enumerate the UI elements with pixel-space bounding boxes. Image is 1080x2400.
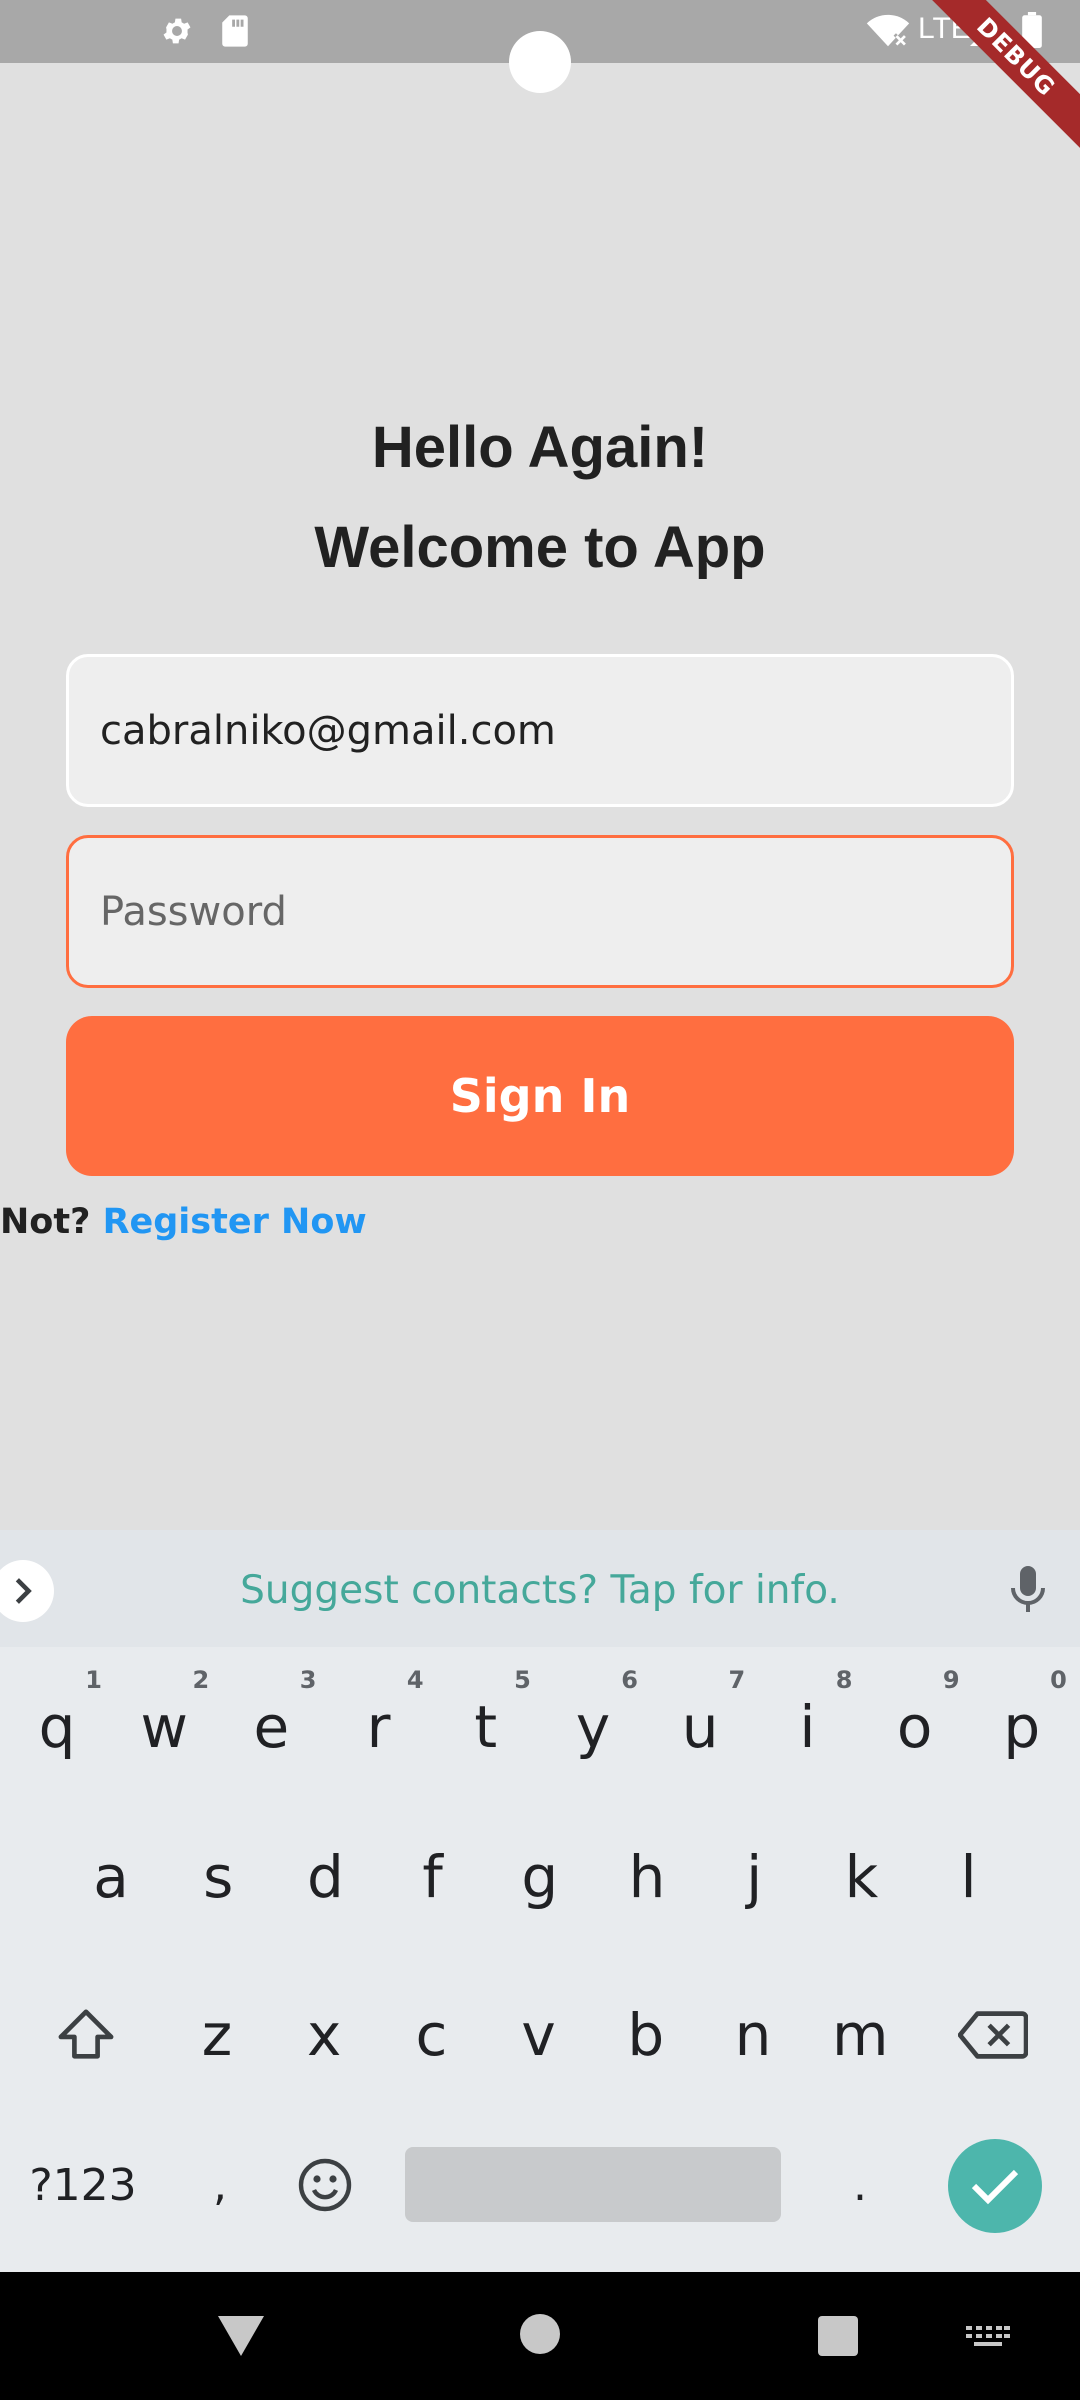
page-subtitle: Welcome to App: [314, 515, 766, 580]
key-hint: 1: [85, 1666, 102, 1694]
emoji-icon: [298, 2158, 352, 2212]
key-s[interactable]: s: [165, 1822, 271, 1932]
key-k[interactable]: k: [808, 1822, 914, 1932]
key-label: p: [1003, 1693, 1041, 1761]
register-row: Not? Register Now: [0, 1202, 367, 1242]
microphone-icon[interactable]: [1010, 1566, 1046, 1619]
key-hint: 5: [514, 1666, 531, 1694]
key-b[interactable]: b: [593, 1980, 699, 2090]
key-u[interactable]: u7: [647, 1666, 753, 1782]
page-title: Hello Again!: [371, 415, 709, 480]
comma-key[interactable]: ,: [170, 2130, 270, 2240]
sign-in-button[interactable]: Sign In: [66, 1016, 1014, 1176]
key-hint: 4: [406, 1666, 424, 1694]
key-label: o: [896, 1693, 933, 1761]
key-o[interactable]: o9: [862, 1666, 968, 1782]
key-i[interactable]: i8: [754, 1666, 860, 1782]
email-value: cabralniko@gmail.com: [100, 707, 556, 754]
key-h[interactable]: h: [594, 1822, 700, 1932]
key-n[interactable]: n: [700, 1980, 806, 2090]
key-y[interactable]: y6: [540, 1666, 646, 1782]
key-hint: 6: [621, 1666, 638, 1694]
backspace-key[interactable]: [940, 1980, 1046, 2090]
symbols-key[interactable]: ?123: [18, 2130, 148, 2240]
key-label: y: [575, 1693, 611, 1761]
email-field[interactable]: cabralniko@gmail.com: [66, 654, 1014, 807]
key-label: r: [366, 1693, 391, 1761]
key-a[interactable]: a: [58, 1822, 164, 1932]
home-icon[interactable]: [520, 2314, 560, 2359]
settings-icon: [160, 14, 194, 53]
key-hint: 9: [942, 1666, 960, 1694]
key-hint: 0: [1050, 1666, 1067, 1694]
camera-cutout: [509, 31, 571, 93]
check-icon: [971, 2169, 1019, 2205]
key-p[interactable]: p0: [969, 1666, 1075, 1782]
key-c[interactable]: c: [378, 1980, 484, 2090]
key-q[interactable]: q1: [4, 1666, 110, 1782]
wifi-icon: [866, 14, 910, 53]
password-input[interactable]: [100, 888, 1011, 935]
key-w[interactable]: w2: [111, 1666, 217, 1782]
key-hint: 7: [728, 1666, 746, 1694]
emoji-key[interactable]: [275, 2130, 375, 2240]
backspace-icon: [958, 2011, 1028, 2059]
key-m[interactable]: m: [807, 1980, 913, 2090]
key-r[interactable]: r4: [326, 1666, 432, 1782]
key-v[interactable]: v: [486, 1980, 592, 2090]
navigation-bar: [0, 2272, 1080, 2400]
key-z[interactable]: z: [164, 1980, 270, 2090]
key-hint: 3: [299, 1666, 317, 1694]
password-field[interactable]: [66, 835, 1014, 988]
key-e[interactable]: e3: [218, 1666, 324, 1782]
key-x[interactable]: x: [271, 1980, 377, 2090]
back-icon[interactable]: [218, 2316, 264, 2361]
key-label: q: [38, 1693, 76, 1761]
key-g[interactable]: g: [487, 1822, 593, 1932]
keyboard-switch-icon[interactable]: [966, 2326, 1010, 2353]
space-key[interactable]: [405, 2147, 781, 2222]
key-label: t: [474, 1693, 498, 1761]
key-f[interactable]: f: [380, 1822, 486, 1932]
period-key[interactable]: .: [810, 2130, 910, 2240]
key-t[interactable]: t5: [433, 1666, 539, 1782]
shift-icon: [58, 2009, 114, 2059]
enter-key[interactable]: [948, 2139, 1042, 2233]
key-label: i: [799, 1693, 816, 1761]
register-prompt: Not?: [0, 1202, 91, 1242]
key-label: w: [140, 1693, 188, 1761]
suggestion-text[interactable]: Suggest contacts? Tap for info.: [0, 1568, 1080, 1613]
key-label: u: [681, 1693, 719, 1761]
key-hint: 2: [192, 1666, 210, 1694]
sd-card-icon: [220, 14, 250, 53]
recents-icon[interactable]: [818, 2316, 858, 2361]
key-hint: 8: [835, 1666, 853, 1694]
shift-key[interactable]: [33, 1980, 139, 2090]
key-l[interactable]: l: [916, 1822, 1022, 1932]
register-now-link[interactable]: Register Now: [103, 1202, 367, 1242]
key-j[interactable]: j: [701, 1822, 807, 1932]
key-d[interactable]: d: [272, 1822, 378, 1932]
key-label: e: [253, 1693, 290, 1761]
suggestion-bar: Suggest contacts? Tap for info.: [0, 1530, 1080, 1647]
